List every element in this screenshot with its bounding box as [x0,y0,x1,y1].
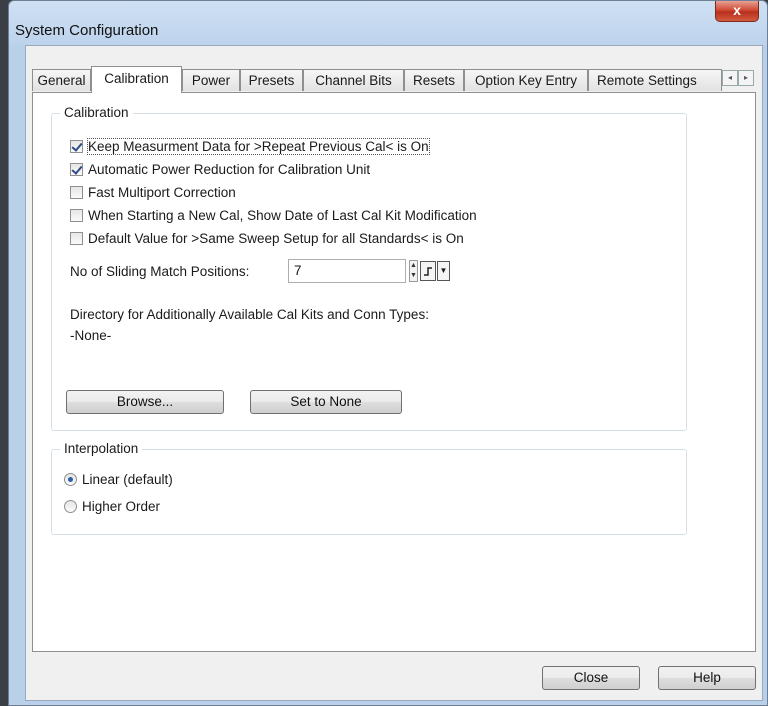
keep-measurement-data-checkbox[interactable]: Keep Measurment Data for >Repeat Previou… [70,137,430,155]
step-size-button[interactable] [420,261,436,281]
tab-resets[interactable]: Resets [404,69,464,91]
tab-scroll-right-icon[interactable]: ▸ [738,70,754,86]
checkbox-unchecked-icon [70,185,83,199]
window-title: System Configuration [15,22,159,39]
calibration-tab-panel: Calibration Keep Measurment Data for >Re… [32,92,756,652]
fast-multiport-correction-checkbox[interactable]: Fast Multiport Correction [70,183,236,201]
checkbox-unchecked-icon [70,208,83,222]
calibration-group-title: Calibration [60,105,133,120]
title-bar[interactable]: System Configuration x [9,1,767,45]
help-button[interactable]: Help [658,666,756,690]
tab-strip: General Calibration Power Presets Channe… [32,66,756,93]
show-date-last-cal-kit-checkbox[interactable]: When Starting a New Cal, Show Date of La… [70,206,477,224]
directory-value: -None- [70,328,112,343]
sliding-match-input[interactable]: 7 [288,259,406,283]
tab-presets[interactable]: Presets [240,69,303,91]
tab-power[interactable]: Power [182,69,240,91]
browse-button[interactable]: Browse... [66,390,224,414]
dialog-window: System Configuration x General Calibrati… [8,0,768,706]
checkbox-checked-icon [70,139,83,153]
window-close-button[interactable]: x [715,1,759,22]
spin-arrows-icon[interactable]: ▲ ▼ [409,260,418,282]
auto-power-reduction-checkbox[interactable]: Automatic Power Reduction for Calibratio… [70,160,370,178]
close-button[interactable]: Close [542,666,640,690]
checkbox-checked-icon [70,162,83,176]
tab-remote-settings[interactable]: Remote Settings [588,69,722,91]
sliding-match-label: No of Sliding Match Positions: [70,264,250,279]
dialog-client-area: General Calibration Power Presets Channe… [25,45,763,701]
same-sweep-setup-checkbox[interactable]: Default Value for >Same Sweep Setup for … [70,229,464,247]
interpolation-group-title: Interpolation [60,441,143,456]
interpolation-group: Interpolation Linear (default) Higher Or… [51,441,687,535]
step-icon [424,267,432,276]
tab-scroll-left-icon[interactable]: ◂ [722,70,738,86]
checkbox-unchecked-icon [70,231,83,245]
interp-linear-radio[interactable]: Linear (default) [64,470,173,488]
checkbox-label: Automatic Power Reduction for Calibratio… [88,161,371,177]
interp-higher-order-radio[interactable]: Higher Order [64,497,160,515]
set-to-none-button[interactable]: Set to None [250,390,402,414]
radio-selected-icon [64,472,77,486]
checkbox-label: Fast Multiport Correction [88,184,236,200]
radio-unselected-icon [64,499,77,513]
tab-channel-bits[interactable]: Channel Bits [303,69,404,91]
checkbox-label: Default Value for >Same Sweep Setup for … [88,230,464,246]
checkbox-label: Keep Measurment Data for >Repeat Previou… [87,137,430,155]
chevron-down-icon[interactable]: ▼ [437,261,450,281]
tab-option-key-entry[interactable]: Option Key Entry [464,69,588,91]
directory-label: Directory for Additionally Available Cal… [70,307,429,322]
tab-general[interactable]: General [32,69,91,91]
tab-calibration[interactable]: Calibration [91,66,182,93]
radio-label: Higher Order [82,498,161,514]
radio-label: Linear (default) [82,471,173,487]
checkbox-label: When Starting a New Cal, Show Date of La… [88,207,477,223]
calibration-group: Calibration Keep Measurment Data for >Re… [51,105,687,431]
close-icon: x [733,2,741,18]
